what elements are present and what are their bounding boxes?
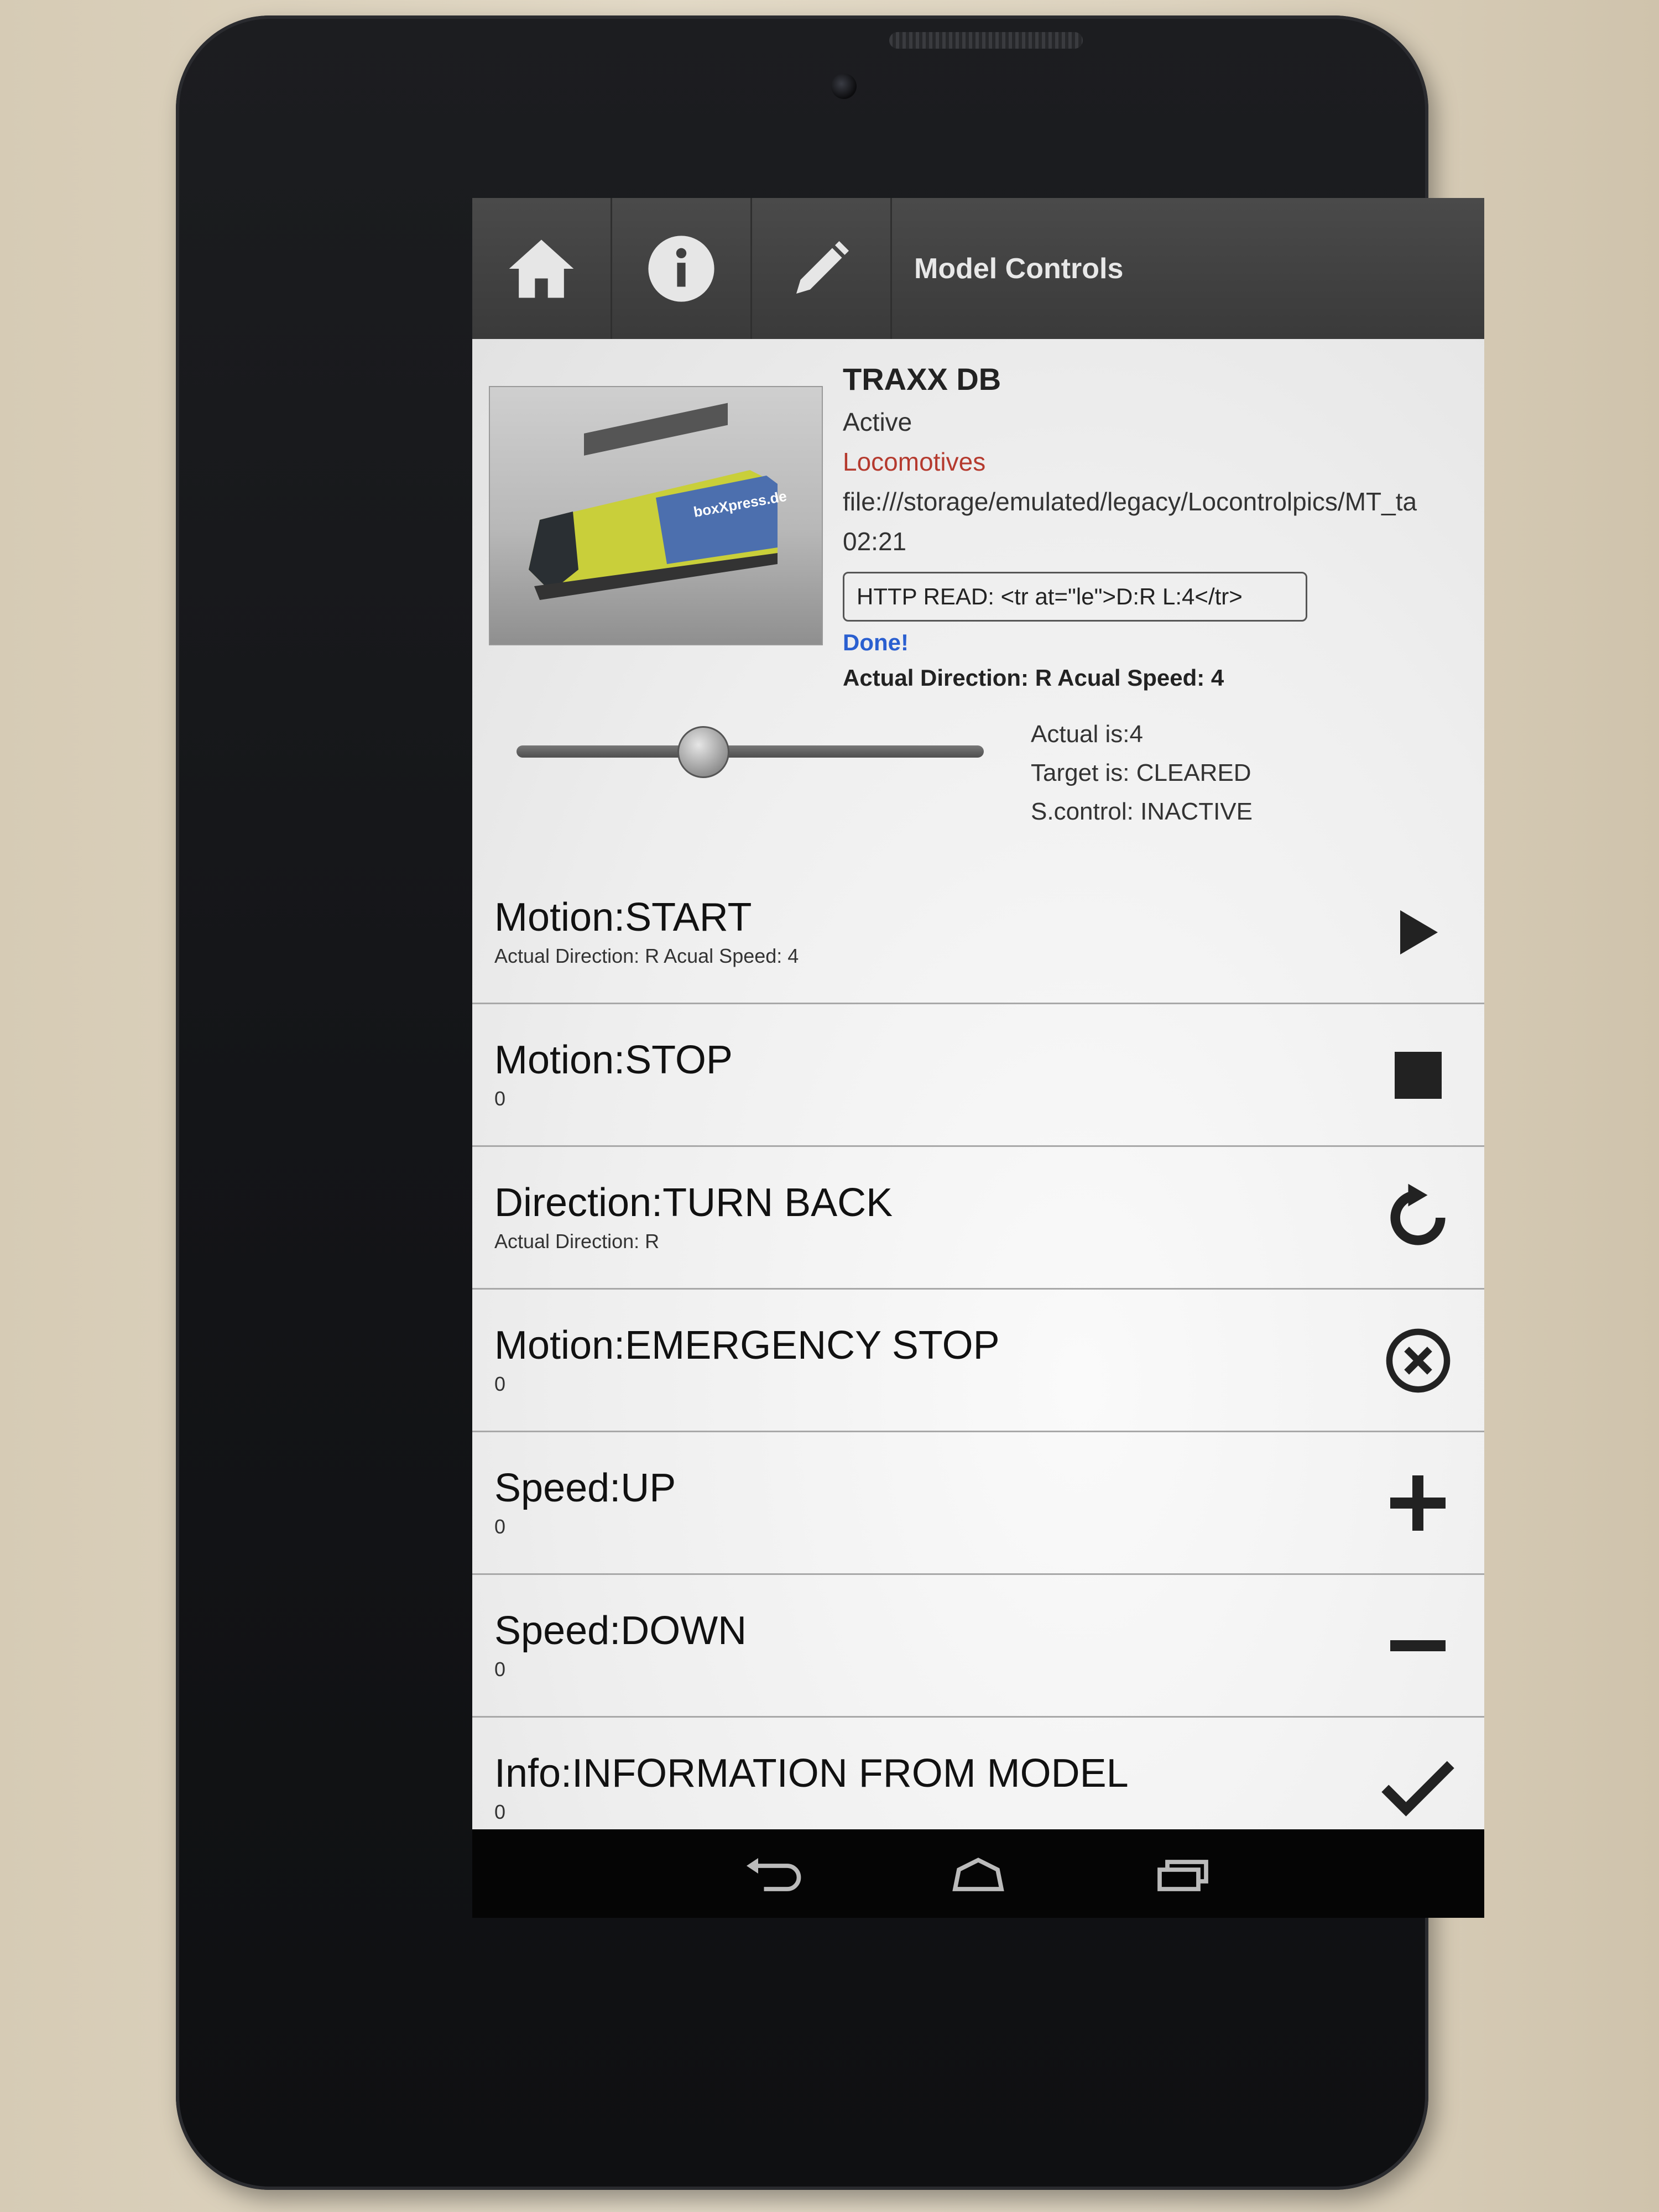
- stop-button[interactable]: [1379, 1036, 1457, 1114]
- play-icon: [1400, 910, 1438, 954]
- control-row-speed-up[interactable]: Speed:UP 0: [472, 1432, 1484, 1575]
- cancel-circle-icon: [1386, 1328, 1450, 1392]
- control-row-start[interactable]: Motion:START Actual Direction: R Acual S…: [472, 862, 1484, 1004]
- model-name: TRAXX DB: [843, 362, 1001, 397]
- speed-up-button[interactable]: [1379, 1464, 1457, 1542]
- front-camera: [831, 74, 857, 99]
- control-title: Motion:EMERGENCY STOP: [494, 1323, 1000, 1368]
- screen: Model Controls boxXpress.de TRAXX DB Act…: [472, 198, 1484, 1918]
- action-bar: Model Controls: [472, 198, 1484, 340]
- control-row-stop[interactable]: Motion:STOP 0: [472, 1004, 1484, 1147]
- system-nav-bar: [472, 1829, 1484, 1918]
- control-subtitle: 0: [494, 1658, 506, 1681]
- edit-button[interactable]: [752, 198, 892, 339]
- target-status: Target is: CLEARED: [1031, 759, 1251, 786]
- control-subtitle: 0: [494, 1087, 506, 1110]
- actual-direction-speed: Actual Direction: R Acual Speed: 4: [843, 665, 1224, 691]
- recents-icon: [1157, 1860, 1208, 1891]
- speed-slider-thumb[interactable]: [677, 726, 729, 778]
- control-title: Motion:STOP: [494, 1038, 733, 1082]
- control-title: Speed:UP: [494, 1466, 676, 1510]
- model-time: 02:21: [843, 527, 907, 556]
- emergency-stop-button[interactable]: [1379, 1322, 1457, 1399]
- model-content: boxXpress.de TRAXX DB Active Locomotives…: [472, 339, 1484, 1860]
- home-button[interactable]: [472, 198, 612, 339]
- speaker-grille: [889, 32, 1083, 49]
- home-icon: [509, 239, 574, 298]
- start-button[interactable]: [1379, 894, 1457, 971]
- control-subtitle: 0: [494, 1801, 506, 1823]
- pencil-icon: [796, 241, 849, 294]
- control-title: Speed:DOWN: [494, 1609, 747, 1653]
- home-nav-icon: [952, 1858, 1004, 1891]
- minus-icon: [1390, 1640, 1446, 1651]
- done-status: Done!: [843, 629, 909, 655]
- control-title: Info:INFORMATION FROM MODEL: [494, 1751, 1129, 1796]
- info-button[interactable]: [612, 198, 752, 339]
- http-read-field[interactable]: HTTP READ: <tr at="le">D:R L:4</tr>: [843, 572, 1307, 622]
- status-panel: Actual is:4 Target is: CLEARED S.control…: [1031, 721, 1253, 837]
- turn-back-button[interactable]: [1379, 1179, 1457, 1256]
- control-row-emergency-stop[interactable]: Motion:EMERGENCY STOP 0: [472, 1290, 1484, 1432]
- recents-button[interactable]: [1152, 1851, 1213, 1896]
- stop-icon: [1394, 1051, 1442, 1099]
- model-category: Locomotives: [843, 447, 986, 476]
- control-list: Motion:START Actual Direction: R Acual S…: [472, 862, 1484, 1860]
- model-info: TRAXX DB Active Locomotives file:///stor…: [843, 361, 1479, 691]
- control-row-speed-down[interactable]: Speed:DOWN 0: [472, 1575, 1484, 1718]
- info-from-model-button[interactable]: [1379, 1750, 1457, 1827]
- model-image-path: file:///storage/emulated/legacy/Locontro…: [843, 487, 1417, 516]
- scontrol-status: S.control: INACTIVE: [1031, 798, 1253, 825]
- control-subtitle: 0: [494, 1515, 506, 1538]
- info-icon: [648, 235, 714, 302]
- control-subtitle: 0: [494, 1373, 506, 1395]
- checkmark-icon: [1381, 1761, 1454, 1817]
- speed-down-button[interactable]: [1379, 1607, 1457, 1684]
- plus-icon: [1390, 1475, 1446, 1531]
- page-title: Model Controls: [914, 252, 1124, 285]
- control-subtitle: Actual Direction: R: [494, 1230, 660, 1253]
- model-photo: boxXpress.de: [489, 386, 823, 645]
- control-row-turn-back[interactable]: Direction:TURN BACK Actual Direction: R: [472, 1147, 1484, 1290]
- back-icon: [747, 1858, 801, 1891]
- back-button[interactable]: [743, 1851, 804, 1896]
- actual-status: Actual is:4: [1031, 721, 1143, 748]
- model-state: Active: [843, 408, 912, 436]
- control-title: Motion:START: [494, 895, 752, 940]
- control-title: Direction:TURN BACK: [494, 1181, 893, 1225]
- home-nav-button[interactable]: [948, 1851, 1009, 1896]
- control-subtitle: Actual Direction: R Acual Speed: 4: [494, 945, 799, 967]
- refresh-icon: [1390, 1183, 1446, 1245]
- speed-slider-track[interactable]: [517, 745, 984, 758]
- tablet-device: Model Controls boxXpress.de TRAXX DB Act…: [176, 15, 1484, 2190]
